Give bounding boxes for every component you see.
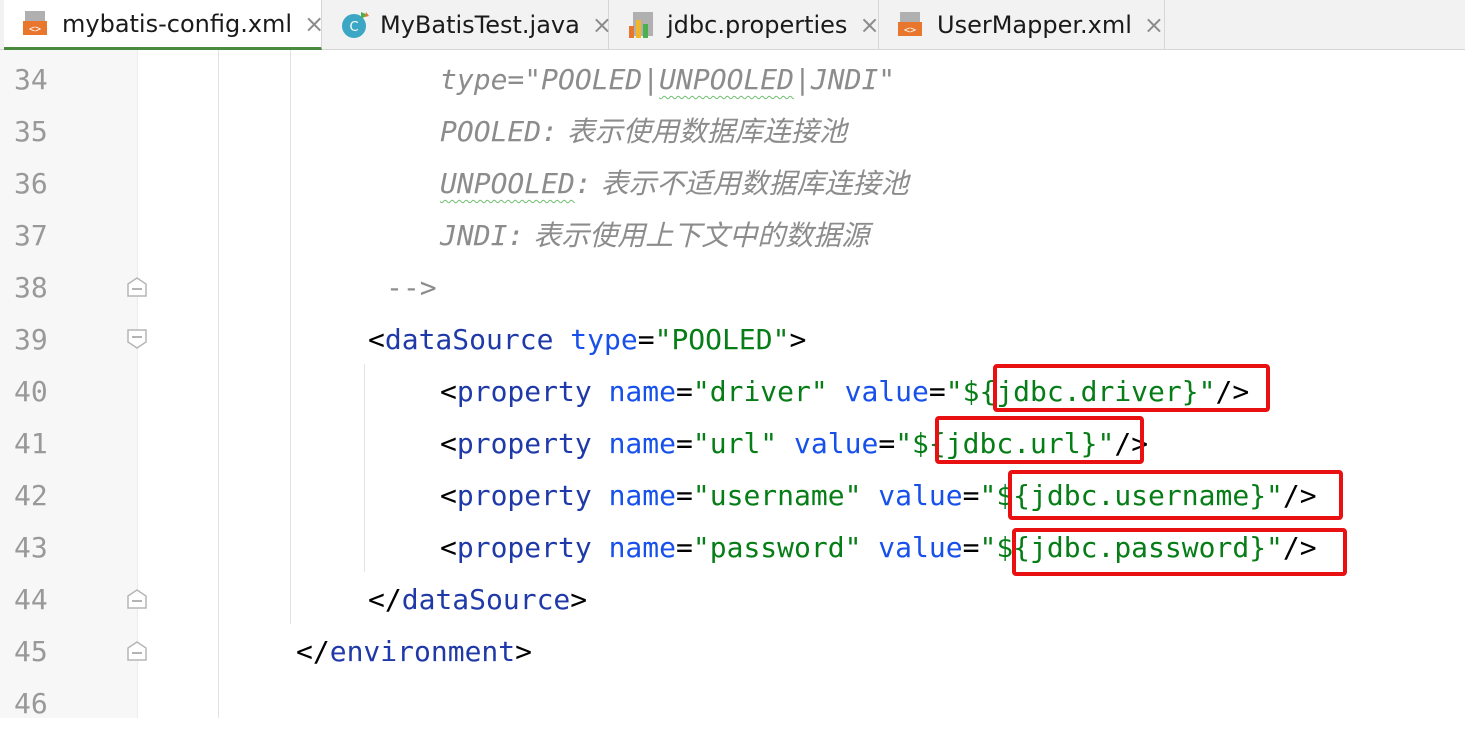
highlight-box-username	[1008, 470, 1343, 520]
line-number: 40	[14, 375, 48, 408]
code-line-34: type="POOLED|UNPOOLED|JNDI"	[440, 63, 896, 96]
xml-file-icon: <>	[898, 12, 922, 36]
code-line-39: <dataSource type="POOLED">	[368, 323, 807, 356]
indent-guide	[290, 50, 291, 624]
line-number: 39	[14, 323, 48, 356]
close-icon[interactable]: ×	[1144, 11, 1164, 39]
code-line-38: -->	[386, 271, 437, 304]
tab-mybatis-config-xml[interactable]: <> mybatis-config.xml ×	[4, 0, 324, 50]
code-line-45: </environment>	[296, 635, 533, 668]
fold-end-icon[interactable]	[126, 640, 148, 662]
java-class-icon: C	[342, 12, 369, 38]
code-line-44: </dataSource>	[368, 583, 588, 616]
code-line-37: JNDI: 表示使用上下文中的数据源	[440, 219, 870, 252]
fold-end-icon[interactable]	[126, 276, 148, 298]
fold-end-icon[interactable]	[126, 588, 148, 610]
line-number: 37	[14, 219, 48, 252]
line-number: 44	[14, 583, 48, 616]
xml-file-icon: <>	[23, 10, 47, 35]
line-number: 38	[14, 271, 48, 304]
line-number: 34	[14, 63, 48, 96]
tab-label: MyBatisTest.java	[380, 11, 580, 39]
tab-jdbc-properties[interactable]: jdbc.properties ×	[609, 0, 880, 50]
spelling-warning[interactable]: UNPOOLED	[440, 167, 575, 200]
editor-tab-bar: <> mybatis-config.xml × C MyBatisTest.ja…	[0, 0, 1465, 50]
highlight-box-password	[1012, 528, 1347, 576]
line-number: 35	[14, 115, 48, 148]
gutter-divider	[137, 50, 138, 718]
fold-start-icon[interactable]	[126, 328, 148, 350]
line-number: 41	[14, 427, 48, 460]
tab-label: jdbc.properties	[667, 11, 848, 39]
tab-mybatistest-java[interactable]: C MyBatisTest.java ×	[322, 0, 612, 50]
properties-file-icon	[629, 12, 653, 38]
line-number: 42	[14, 479, 48, 512]
indent-guide	[218, 50, 219, 718]
code-line-36: UNPOOLED: 表示不适用数据库连接池	[440, 167, 909, 200]
line-number: 36	[14, 167, 48, 200]
line-number: 43	[14, 531, 48, 564]
tab-usermapper-xml[interactable]: <> UserMapper.xml ×	[879, 0, 1165, 50]
line-number: 45	[14, 635, 48, 668]
close-icon[interactable]: ×	[859, 11, 879, 39]
indent-guide	[364, 364, 365, 572]
svg-text:<>: <>	[29, 24, 41, 35]
highlight-box-url	[935, 416, 1144, 464]
svg-text:C: C	[349, 20, 358, 35]
spelling-warning[interactable]: UNPOOLED	[659, 63, 794, 96]
tab-label: mybatis-config.xml	[62, 9, 293, 38]
svg-text:<>: <>	[904, 25, 916, 36]
highlight-box-driver	[993, 364, 1270, 412]
line-number: 46	[14, 687, 48, 720]
tab-label: UserMapper.xml	[937, 11, 1132, 39]
code-line-35: POOLED: 表示使用数据库连接池	[440, 115, 847, 148]
